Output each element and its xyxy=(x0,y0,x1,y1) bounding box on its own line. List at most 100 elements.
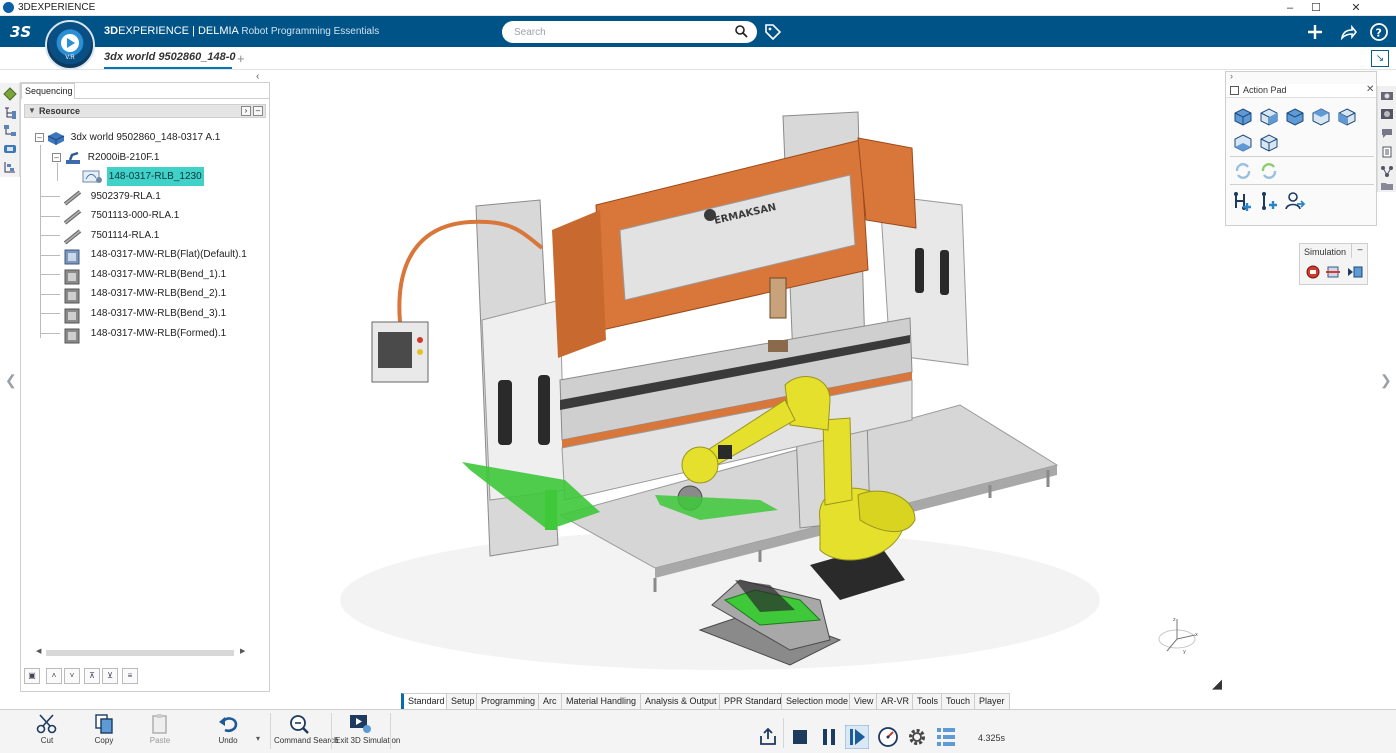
tab-sequencing[interactable]: Sequencing xyxy=(21,83,75,99)
move-top-icon[interactable]: ⊼ xyxy=(84,668,100,684)
tab-setup[interactable]: Setup xyxy=(446,693,480,709)
folder-icon[interactable] xyxy=(1380,182,1394,191)
collapse-panel-icon[interactable]: ‹ xyxy=(256,71,259,82)
tree-view-icon[interactable] xyxy=(3,106,17,120)
add-connection-icon[interactable] xyxy=(1233,191,1253,211)
left-view-icon[interactable] xyxy=(1233,133,1253,153)
sync-icon[interactable] xyxy=(1259,161,1279,181)
tab-ar-vr[interactable]: AR-VR xyxy=(876,693,915,709)
render-icon[interactable] xyxy=(1380,108,1394,120)
add-point-icon[interactable] xyxy=(1259,191,1279,211)
close-window-button[interactable]: ✕ xyxy=(1342,0,1370,16)
link-icon[interactable] xyxy=(3,142,17,156)
stop-icon[interactable] xyxy=(788,725,812,749)
scrollbar-thumb[interactable] xyxy=(46,650,234,656)
collapse-node-icon[interactable]: – xyxy=(35,133,44,142)
scroll-left-icon[interactable]: ◀ xyxy=(36,647,41,655)
search-icon[interactable] xyxy=(735,25,748,38)
tree-node-part[interactable]: 148-0317-MW-RLB(Formed).1 xyxy=(62,324,228,343)
search-input[interactable] xyxy=(514,24,729,40)
hierarchy-icon[interactable] xyxy=(3,124,17,138)
tree-node-part[interactable]: 148-0317-MW-RLB(Flat)(Default).1 xyxy=(62,245,249,264)
expand-icon[interactable]: › xyxy=(1230,71,1233,81)
pause-icon[interactable] xyxy=(817,725,841,749)
expand-all-button[interactable]: › xyxy=(241,106,251,116)
right-scroll-arrow-icon[interactable]: ❯ xyxy=(1380,372,1392,389)
tab-arc[interactable]: Arc xyxy=(538,693,562,709)
close-icon[interactable]: ✕ xyxy=(1366,84,1374,95)
tree-node-tool[interactable]: 7501113-000-RLA.1 xyxy=(62,206,181,225)
tab-standard[interactable]: Standard xyxy=(401,693,450,709)
assign-user-icon[interactable] xyxy=(1285,191,1305,211)
move-down-icon[interactable]: ˅ xyxy=(64,668,80,684)
left-scroll-arrow-icon[interactable]: ❮ xyxy=(5,372,17,389)
right-view-icon[interactable] xyxy=(1285,107,1305,127)
tab-analysis-output[interactable]: Analysis & Output xyxy=(640,693,722,709)
play-forward-icon[interactable] xyxy=(845,725,869,749)
scroll-right-icon[interactable]: ▶ xyxy=(240,647,245,655)
paste-button[interactable]: Paste xyxy=(135,713,185,745)
share-icon[interactable] xyxy=(1338,22,1358,42)
record-icon[interactable] xyxy=(1305,265,1321,279)
search-box[interactable] xyxy=(502,21,757,43)
sequence-icon[interactable] xyxy=(3,160,17,174)
columns-icon[interactable]: ≡ xyxy=(122,668,138,684)
settings-gear-icon[interactable] xyxy=(905,725,929,749)
tree-node-world[interactable]: – 3dx world 9502860_148-0317 A.1 xyxy=(35,128,222,147)
top-view-icon[interactable] xyxy=(1311,107,1331,127)
tab-material-handling[interactable]: Material Handling xyxy=(561,693,642,709)
network-icon[interactable] xyxy=(1380,165,1394,177)
compass-icon[interactable]: V.R xyxy=(45,20,95,70)
exit-simulation-button[interactable]: Exit 3D Simulation xyxy=(335,713,400,745)
tree-node-program[interactable]: 148-0317-RLB_1230 xyxy=(82,167,204,186)
export-icon[interactable] xyxy=(756,725,780,749)
tab-programming[interactable]: Programming xyxy=(476,693,541,709)
tree-node-tool[interactable]: 9502379-RLA.1 xyxy=(62,187,163,206)
tag-icon[interactable] xyxy=(763,22,783,42)
tree-node-part[interactable]: 148-0317-MW-RLB(Bend_1).1 xyxy=(62,265,228,284)
minimize-button[interactable]: – xyxy=(1276,0,1304,16)
camera-icon[interactable] xyxy=(1380,89,1394,101)
filter-icon[interactable]: ▣ xyxy=(24,668,40,684)
horizontal-scrollbar[interactable]: ◀ ▶ xyxy=(36,647,246,657)
collapse-node-icon[interactable]: – xyxy=(52,153,61,162)
refresh-icon[interactable] xyxy=(1233,161,1253,181)
run-simulation-icon[interactable] xyxy=(1325,265,1341,279)
iso-view-icon[interactable] xyxy=(1233,107,1253,127)
add-tab-button[interactable]: + xyxy=(237,51,245,66)
move-up-icon[interactable]: ˄ xyxy=(46,668,62,684)
play-simulation-icon[interactable] xyxy=(1346,265,1364,279)
expand-arrow-icon[interactable]: ▼ xyxy=(28,106,36,115)
bottom-view-icon[interactable] xyxy=(1259,133,1279,153)
tab-ppr-standard[interactable]: PPR Standard xyxy=(719,693,787,709)
document-icon[interactable] xyxy=(1380,146,1394,158)
tab-selection-mode[interactable]: Selection mode xyxy=(781,693,854,709)
speed-gauge-icon[interactable] xyxy=(876,725,900,749)
tab-touch[interactable]: Touch xyxy=(941,693,976,709)
command-search-button[interactable]: Command Search xyxy=(274,713,338,745)
tab-player[interactable]: Player xyxy=(974,693,1010,709)
undo-button[interactable]: Undo xyxy=(203,713,253,745)
maximize-button[interactable]: ☐ xyxy=(1302,0,1330,16)
copy-button[interactable]: Copy xyxy=(79,713,129,745)
help-icon[interactable]: ? xyxy=(1369,22,1389,42)
undo-dropdown-icon[interactable]: ▾ xyxy=(256,734,260,743)
minimize-toolbar-icon[interactable]: – xyxy=(1351,244,1368,258)
tree-node-robot[interactable]: – R2000iB-210F.1 xyxy=(52,148,162,167)
front-view-icon[interactable] xyxy=(1259,107,1279,127)
add-icon[interactable] xyxy=(1305,22,1325,42)
back-view-icon[interactable] xyxy=(1337,107,1357,127)
cut-button[interactable]: Cut xyxy=(22,713,72,745)
tree-node-part[interactable]: 148-0317-MW-RLB(Bend_3).1 xyxy=(62,304,228,323)
document-tab[interactable]: 3dx world 9502860_148-0 xyxy=(104,51,235,63)
tab-view[interactable]: View xyxy=(849,693,879,709)
list-icon[interactable] xyxy=(934,725,958,749)
collapse-all-button[interactable]: – xyxy=(253,106,263,116)
comment-icon[interactable] xyxy=(1380,127,1394,139)
compass-small-icon[interactable] xyxy=(3,87,17,101)
tree-node-tool[interactable]: 7501114-RLA.1 xyxy=(62,226,161,245)
collapse-view-button[interactable]: ↘ xyxy=(1371,50,1389,67)
tree-node-part[interactable]: 148-0317-MW-RLB(Bend_2).1 xyxy=(62,284,228,303)
move-bottom-icon[interactable]: ⊻ xyxy=(102,668,118,684)
tab-tools[interactable]: Tools xyxy=(912,693,944,709)
